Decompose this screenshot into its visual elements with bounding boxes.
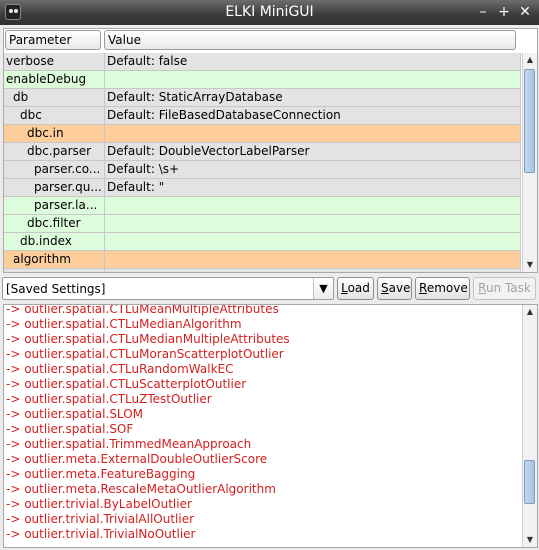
table-row[interactable]: dbc.filter [4,215,521,233]
log-line: -> outlier.spatial.CTLuMedianMultipleAtt… [6,332,290,346]
table-row[interactable]: dbc.in [4,125,521,143]
table-row[interactable]: parser.co... Default: \s+ [4,161,521,179]
log-line: -> outlier.meta.ExternalDoubleOutlierSco… [6,452,268,466]
value-column-header[interactable]: Value [104,30,516,50]
table-row[interactable]: parser.qu... Default: " [4,179,521,197]
table-row[interactable]: dbc.parser Default: DoubleVectorLabelPars… [4,143,521,161]
load-button[interactable]: Load [337,277,374,300]
table-row[interactable]: parser.la... [4,197,521,215]
scroll-up-icon[interactable]: ▲ [523,305,537,319]
table-row[interactable]: db Default: StaticArrayDatabase [4,89,521,107]
title-bar: ELKI MiniGUI – + ✕ [0,0,539,25]
log-scrollbar[interactable]: ▲ ▼ [522,305,537,547]
parameter-value[interactable] [105,251,521,269]
minimize-button[interactable]: – [475,3,491,21]
parameter-name: algorithm [4,251,105,269]
parameter-value[interactable]: Default: false [105,53,521,71]
remove-button[interactable]: Remove [415,277,470,300]
log-line: -> outlier.meta.FeatureBagging [6,467,196,481]
parameter-name: db [4,89,105,107]
parameter-value[interactable] [105,233,521,251]
parameter-name: dbc.filter [4,215,105,233]
log-line: -> outlier.spatial.CTLuMoranScatterplotO… [6,347,284,361]
parameter-scrollbar[interactable]: ▲ ▼ [522,53,537,272]
table-row[interactable]: dbc Default: FileBasedDatabaseConnection [4,107,521,125]
log-line: -> outlier.spatial.TrimmedMeanApproach [6,437,252,451]
table-row[interactable]: db.index [4,233,521,251]
log-panel: -> outlier.spatial.CTLuMeanMultipleAttri… [3,304,538,548]
parameter-value[interactable]: Default: FileBasedDatabaseConnection [105,107,521,125]
scroll-down-icon[interactable]: ▼ [523,533,537,547]
parameter-name: parser.qu... [4,179,105,197]
saved-settings-combo[interactable]: [Saved Settings] ▼ [2,277,334,300]
run-task-button[interactable]: Run Task [473,277,536,300]
parameter-value[interactable] [105,197,521,215]
log-line: -> outlier.trivial.TrivialAllOutlier [6,512,195,526]
parameter-name: dbc [4,107,105,125]
parameter-name: dbc.in [4,125,105,143]
scroll-up-icon[interactable]: ▲ [523,53,537,67]
table-row[interactable]: verbose Default: false [4,53,521,71]
window-title: ELKI MiniGUI [225,4,314,20]
parameter-name: verbose [4,53,105,71]
log-line: -> outlier.spatial.SOF [6,422,134,436]
parameter-value[interactable] [105,71,521,89]
parameter-column-header[interactable]: Parameter [5,30,101,50]
settings-toolbar: [Saved Settings] ▼ Load Save Remove Run … [0,276,539,302]
parameter-name: db.index [4,233,105,251]
table-header: Parameter Value [4,29,523,53]
log-line: -> outlier.meta.RescaleMetaOutlierAlgori… [6,482,276,496]
parameter-value[interactable] [105,125,521,143]
parameter-value[interactable]: Default: StaticArrayDatabase [105,89,521,107]
parameter-name: parser.la... [4,197,105,215]
log-line: -> outlier.spatial.CTLuMedianAlgorithm [6,317,242,331]
scrollbar-thumb[interactable] [524,69,535,173]
parameter-value[interactable] [105,269,521,272]
parameter-value[interactable]: Default: DoubleVectorLabelParser [105,143,521,161]
log-output: -> outlier.spatial.CTLuMeanMultipleAttri… [6,304,516,542]
log-line: -> outlier.trivial.ByLabelOutlier [6,497,192,511]
saved-settings-value: [Saved Settings] [6,282,106,296]
parameter-name: dbc.parser [4,143,105,161]
log-line: -> outlier.trivial.TrivialNoOutlier [6,527,196,541]
table-row[interactable] [4,269,521,272]
log-line: -> outlier.spatial.SLOM [6,407,143,421]
parameter-value[interactable]: Default: " [105,179,521,197]
log-line: -> outlier.spatial.CTLuZTestOutlier [6,392,212,406]
log-line: -> outlier.spatial.CTLuRandomWalkEC [6,362,234,376]
scroll-down-icon[interactable]: ▼ [523,258,537,272]
log-line: -> outlier.spatial.CTLuMeanMultipleAttri… [6,304,279,316]
parameter-name [4,269,105,272]
parameter-rows: verbose Default: false enableDebug db Defaul… [4,53,521,272]
parameter-name: enableDebug [4,71,105,89]
scrollbar-thumb[interactable] [524,460,535,504]
parameter-value[interactable] [105,215,521,233]
parameter-value[interactable]: Default: \s+ [105,161,521,179]
chevron-down-icon[interactable]: ▼ [313,278,333,299]
close-button[interactable]: ✕ [517,3,533,21]
log-line: -> outlier.spatial.CTLuScatterplotOutlie… [6,377,247,391]
table-row[interactable]: enableDebug [4,71,521,89]
save-button[interactable]: Save [377,277,412,300]
table-row[interactable]: algorithm [4,251,521,269]
parameter-table: Parameter Value verbose Default: false ena… [3,28,538,273]
maximize-button[interactable]: + [496,3,512,21]
parameter-name: parser.co... [4,161,105,179]
